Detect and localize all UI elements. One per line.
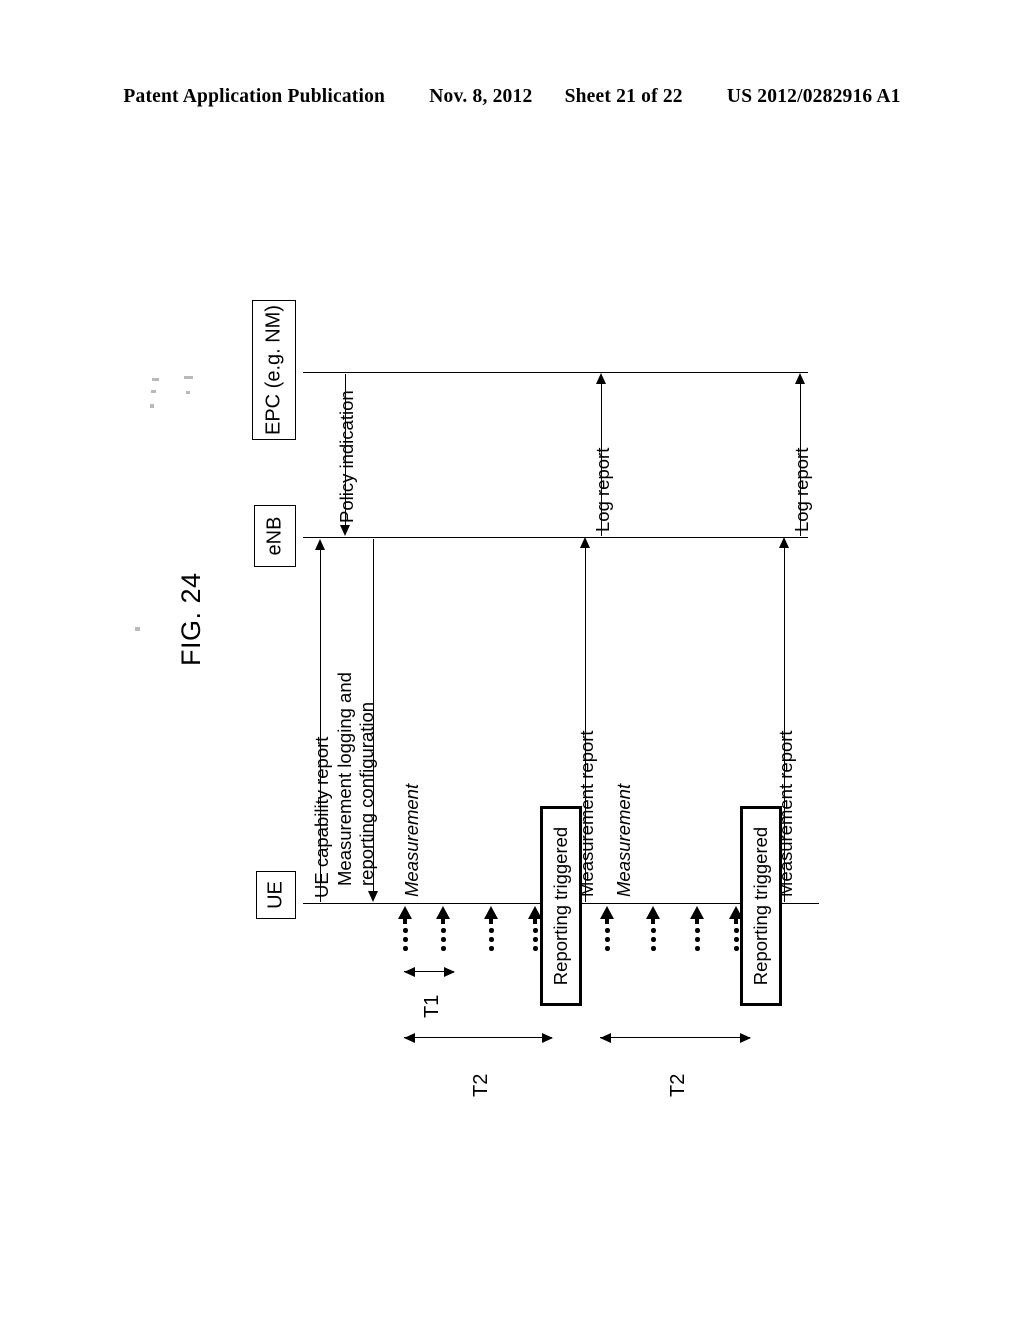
span-arrowhead-left — [403, 966, 415, 977]
entity-label-enb: eNB — [263, 516, 286, 556]
tick-stem — [605, 917, 609, 924]
measurement-tick — [600, 906, 614, 952]
activation-box-reporting-triggered-1[interactable]: Reporting triggered — [540, 806, 582, 1006]
measurement-tick — [398, 906, 412, 952]
tick-dot — [403, 946, 408, 951]
measurement-tick — [729, 906, 743, 952]
span-arrowhead-right — [739, 1032, 751, 1043]
measurement-tick — [646, 906, 660, 952]
tick-dot — [734, 928, 739, 933]
message-label-line-2: reporting configuration — [356, 701, 378, 886]
message-label-measurement-2: Measurement — [613, 783, 634, 897]
measurement-tick — [436, 906, 450, 952]
timing-label-t2-2: T2 — [667, 1073, 689, 1097]
message-label-policy-indication: Policy indication — [336, 390, 357, 523]
tick-dot — [651, 928, 656, 933]
tick-dot — [533, 937, 538, 942]
scan-artifact — [186, 391, 190, 394]
activation-box-reporting-triggered-2[interactable]: Reporting triggered — [740, 806, 782, 1006]
activation-label-reporting-triggered-1: Reporting triggered — [550, 826, 571, 986]
scan-artifact — [152, 378, 159, 381]
activation-label-reporting-triggered-2: Reporting triggered — [750, 826, 771, 986]
message-label-log-report-1: Log report — [592, 447, 613, 532]
scan-artifact — [184, 376, 193, 379]
message-label-ue-capability-report: UE capability report — [311, 736, 332, 898]
tick-dot — [734, 937, 739, 942]
timing-span-t2-1 — [403, 1032, 553, 1043]
timing-label-t2-1: T2 — [470, 1073, 492, 1097]
scan-artifact — [150, 404, 154, 408]
timing-span-t2-2 — [599, 1032, 751, 1043]
tick-dot — [403, 937, 408, 942]
tick-dot — [605, 946, 610, 951]
arrowhead-measurement-report-1 — [579, 537, 590, 548]
timing-label-t1: T1 — [421, 994, 443, 1018]
span-arrowhead-right — [443, 966, 455, 977]
tick-dot — [489, 946, 494, 951]
timing-span-t1 — [403, 966, 455, 977]
arrowhead-measurement-logging-config — [367, 891, 378, 902]
arrowhead-log-report-2 — [794, 373, 805, 384]
tick-dot — [489, 928, 494, 933]
scan-artifact — [135, 627, 140, 631]
scan-artifact — [151, 390, 156, 393]
arrowhead-policy-indication — [339, 525, 350, 536]
tick-dot — [651, 937, 656, 942]
tick-stem — [651, 917, 655, 924]
entity-box-ue[interactable]: UE — [256, 871, 296, 919]
tick-dot — [605, 928, 610, 933]
span-arrowhead-right — [541, 1032, 553, 1043]
tick-dot — [441, 928, 446, 933]
lifeline-epc — [303, 372, 808, 373]
tick-stem — [734, 917, 738, 924]
tick-stem — [695, 917, 699, 924]
measurement-tick — [484, 906, 498, 952]
sequence-diagram: EPC (e.g. NM) eNB UE Policy indication U… — [0, 0, 1024, 1320]
entity-label-ue: UE — [264, 881, 287, 909]
tick-dot — [441, 946, 446, 951]
entity-label-epc: EPC (e.g. NM) — [262, 304, 285, 436]
lifeline-enb — [303, 537, 808, 538]
measurement-tick — [690, 906, 704, 952]
message-label-measurement-1: Measurement — [401, 783, 422, 897]
tick-dot — [489, 937, 494, 942]
tick-stem — [489, 917, 493, 924]
entity-box-enb[interactable]: eNB — [254, 505, 296, 567]
span-arrowhead-left — [599, 1032, 611, 1043]
tick-dot — [605, 937, 610, 942]
tick-dot — [651, 946, 656, 951]
message-label-line-1: Measurement logging and — [334, 672, 355, 886]
tick-dot — [533, 928, 538, 933]
tick-dot — [734, 946, 739, 951]
tick-stem — [441, 917, 445, 924]
arrowhead-measurement-report-2 — [778, 537, 789, 548]
tick-dot — [533, 946, 538, 951]
arrowhead-log-report-1 — [595, 373, 606, 384]
arrowhead-ue-capability-report — [314, 539, 325, 550]
tick-dot — [403, 928, 408, 933]
tick-dot — [695, 946, 700, 951]
tick-stem — [533, 917, 537, 924]
span-arrowhead-left — [403, 1032, 415, 1043]
measurement-tick — [528, 906, 542, 952]
tick-dot — [695, 928, 700, 933]
entity-box-epc[interactable]: EPC (e.g. NM) — [252, 300, 296, 440]
tick-stem — [403, 917, 407, 924]
message-label-measurement-logging-config: Measurement logging and reporting config… — [334, 672, 378, 886]
tick-dot — [441, 937, 446, 942]
tick-dot — [695, 937, 700, 942]
message-label-log-report-2: Log report — [791, 447, 812, 532]
